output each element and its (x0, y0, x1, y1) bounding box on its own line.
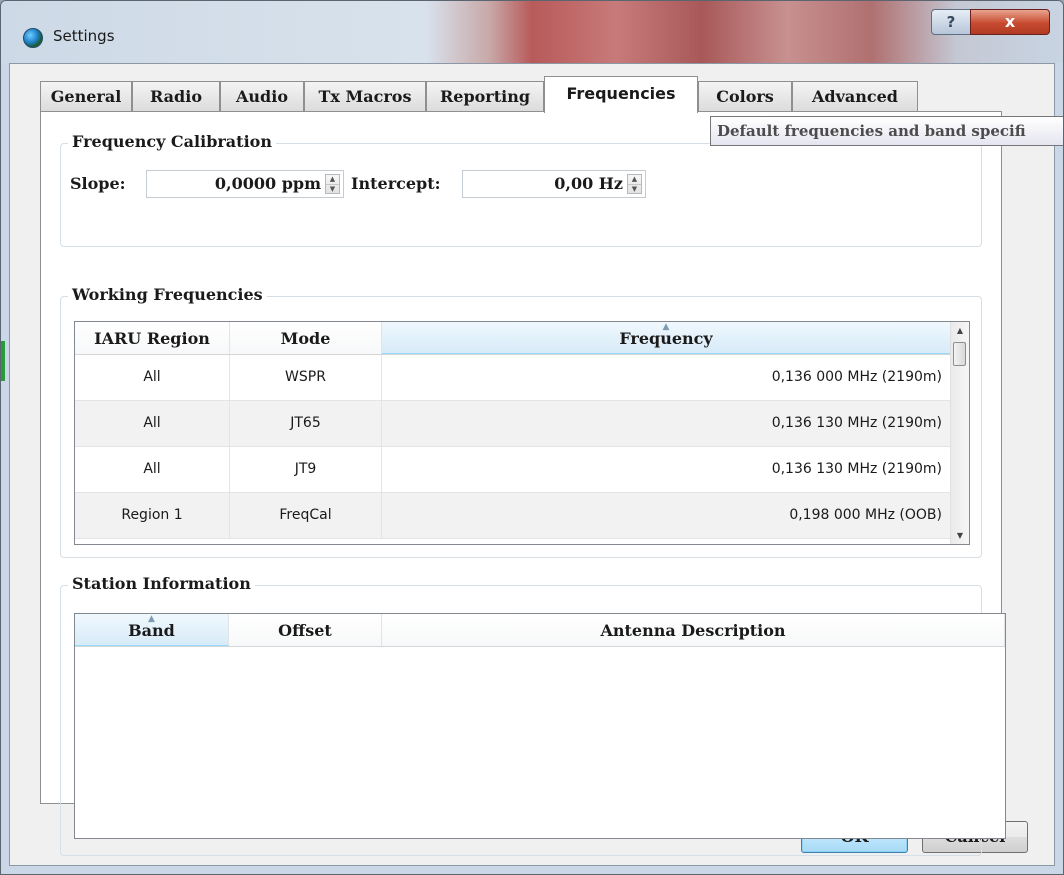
tab-audio[interactable]: Audio (220, 81, 304, 111)
scroll-up-icon[interactable]: ▲ (951, 322, 969, 339)
sort-ascending-icon: ▲ (148, 614, 155, 624)
cell-frequency: 0,136 130 MHz (2190m) (382, 447, 951, 493)
dialog-client-area: General Radio Audio Tx Macros Reporting … (9, 63, 1063, 866)
tab-general[interactable]: General (40, 81, 132, 111)
spin-down-icon[interactable]: ▼ (628, 184, 641, 194)
scroll-down-icon[interactable]: ▼ (951, 527, 969, 544)
working-frequencies-table[interactable]: IARU Region Mode ▲ Frequency All WSPR 0,… (74, 321, 970, 545)
table-row[interactable]: All WSPR 0,136 000 MHz (2190m) (75, 355, 951, 401)
help-button[interactable]: ? (931, 9, 971, 35)
table-row[interactable]: All JT9 0,136 130 MHz (2190m) (75, 447, 951, 493)
cell-region: All (75, 401, 230, 447)
station-information-group: Station Information ▲ Band Offset Antenn… (60, 574, 1006, 856)
spin-down-icon[interactable]: ▼ (326, 184, 339, 194)
cell-region: All (75, 355, 230, 401)
column-header-frequency[interactable]: ▲ Frequency (382, 322, 951, 354)
cell-mode: WSPR (230, 355, 382, 401)
slope-spinbox[interactable]: 0,0000 ppm ▲ ▼ (146, 170, 344, 198)
station-information-title: Station Information (68, 574, 255, 594)
settings-window: Settings ? x General Radio Audio Tx Macr… (0, 0, 1064, 875)
tab-tooltip: Default frequencies and band specifi (710, 116, 1063, 146)
window-title: Settings (53, 27, 115, 45)
column-header-offset[interactable]: Offset (229, 614, 382, 646)
column-header-mode[interactable]: Mode (230, 322, 382, 354)
column-header-band[interactable]: ▲ Band (75, 614, 229, 646)
frequency-calibration-group: Frequency Calibration Slope: 0,0000 ppm … (60, 132, 982, 247)
cell-mode: JT65 (230, 401, 382, 447)
cell-frequency: 0,136 000 MHz (2190m) (382, 355, 951, 401)
cell-mode: JT9 (230, 447, 382, 493)
sort-ascending-icon: ▲ (662, 322, 670, 332)
background-edge (1, 341, 5, 381)
cell-region: All (75, 447, 230, 493)
frequency-calibration-title: Frequency Calibration (68, 132, 276, 152)
column-header-antenna-description[interactable]: Antenna Description (382, 614, 1005, 646)
slope-value: 0,0000 ppm (214, 174, 321, 193)
table-row[interactable]: Region 1 FreqCal 0,198 000 MHz (OOB) (75, 493, 951, 539)
slope-spin-arrows[interactable]: ▲ ▼ (325, 174, 340, 194)
cell-mode: FreqCal (230, 493, 382, 539)
working-frequencies-title: Working Frequencies (68, 285, 267, 305)
cell-region: Region 1 (75, 493, 230, 539)
table-row[interactable]: All JT65 0,136 130 MHz (2190m) (75, 401, 951, 447)
intercept-spinbox[interactable]: 0,00 Hz ▲ ▼ (462, 170, 646, 198)
vertical-scrollbar[interactable]: ▲ ▼ (950, 322, 969, 544)
working-frequencies-group: Working Frequencies IARU Region Mode ▲ F… (60, 285, 982, 558)
tab-frequencies[interactable]: Frequencies (544, 76, 698, 113)
column-header-iaru-region[interactable]: IARU Region (75, 322, 230, 354)
intercept-value: 0,00 Hz (554, 174, 623, 193)
tab-advanced[interactable]: Advanced (792, 81, 918, 111)
frequencies-tab-pane: Frequency Calibration Slope: 0,0000 ppm … (40, 111, 1006, 856)
tab-reporting[interactable]: Reporting (426, 81, 544, 111)
cell-frequency: 0,136 130 MHz (2190m) (382, 401, 951, 447)
close-button[interactable]: x (970, 9, 1050, 35)
cell-frequency: 0,198 000 MHz (OOB) (382, 493, 951, 539)
station-information-table[interactable]: ▲ Band Offset Antenna Description (74, 613, 1006, 839)
table-header: ▲ Band Offset Antenna Description (75, 614, 1005, 647)
scrollbar-thumb[interactable] (953, 342, 966, 366)
tab-colors[interactable]: Colors (698, 81, 792, 111)
tab-tx-macros[interactable]: Tx Macros (304, 81, 426, 111)
slope-label: Slope: (70, 174, 126, 193)
title-bar[interactable]: Settings ? x (1, 1, 1063, 63)
intercept-spin-arrows[interactable]: ▲ ▼ (627, 174, 642, 194)
spin-up-icon[interactable]: ▲ (628, 175, 641, 184)
intercept-label: Intercept: (351, 174, 441, 193)
spin-up-icon[interactable]: ▲ (326, 175, 339, 184)
tab-radio[interactable]: Radio (132, 81, 220, 111)
app-globe-icon (23, 28, 43, 48)
table-header: IARU Region Mode ▲ Frequency (75, 322, 951, 355)
